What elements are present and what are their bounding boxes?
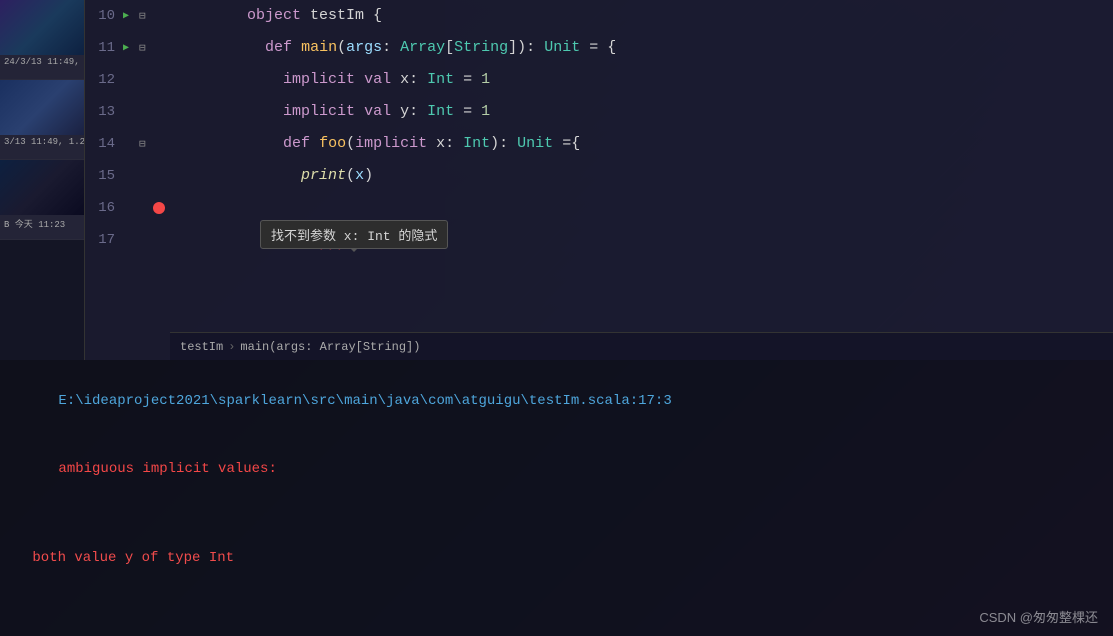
fold-14[interactable]: ⊟ <box>139 137 153 151</box>
tooltip-text: 找不到参数 x: Int 的隐式 <box>271 229 437 244</box>
line-number-15: 15 <box>85 168 123 184</box>
line-number-12: 12 <box>85 72 123 88</box>
code-line-17: 17 ▶ foo(...) <box>85 224 1113 256</box>
terminal-line-1: ambiguous implicit values: <box>8 435 1113 502</box>
terminal-line-3: and value x of type Int <box>8 614 1113 636</box>
sidebar-thumbnail-3[interactable]: B 今天 11:23 <box>0 160 85 240</box>
thumb-label-1: 24/3/13 11:49, 1. <box>0 55 85 69</box>
breadcrumb-module: testIm <box>180 340 223 354</box>
breadcrumb-method: main(args: Array[String]) <box>240 340 420 354</box>
line-number-13: 13 <box>85 104 123 120</box>
run-arrow-12: ▶ <box>123 74 139 86</box>
terminal-line-2: both value y of type Int <box>8 502 1113 614</box>
terminal-path-line: E:\ideaproject2021\sparklearn\src\main\j… <box>8 368 1113 435</box>
terminal-output: E:\ideaproject2021\sparklearn\src\main\j… <box>0 360 1113 636</box>
main-container: 24/3/13 11:49, 1. 3/13 11:49, 1.21 B 今天 … <box>0 0 1113 636</box>
run-arrow-17: ▶ <box>123 234 139 246</box>
breadcrumb-bar: testIm › main(args: Array[String]) <box>170 332 1113 360</box>
sidebar-thumbnails: 24/3/13 11:49, 1. 3/13 11:49, 1.21 B 今天 … <box>0 0 85 360</box>
run-arrow-16: ▶ <box>123 202 139 214</box>
run-arrow-11[interactable]: ▶ <box>123 42 139 54</box>
watermark: CSDN @匆匆整棵还 <box>979 607 1098 626</box>
thumb-label-2: 3/13 11:49, 1.21 <box>0 135 85 149</box>
thumb-image-2 <box>0 80 85 135</box>
sidebar-thumbnail-1[interactable]: 24/3/13 11:49, 1. <box>0 0 85 80</box>
code-area: 10 ▶ ⊟ object testIm { 11 ▶ ⊟ def main(a… <box>85 0 1113 360</box>
run-arrow-10[interactable]: ▶ <box>123 10 139 22</box>
sidebar-thumbnail-2[interactable]: 3/13 11:49, 1.21 <box>0 80 85 160</box>
thumb-image-1 <box>0 0 85 55</box>
line-number-16: 16 <box>85 200 123 216</box>
run-arrow-14: ▶ <box>123 138 139 150</box>
watermark-text: CSDN @匆匆整棵还 <box>979 610 1098 625</box>
error-indicator <box>153 202 165 214</box>
line-number-17: 17 <box>85 232 123 248</box>
terminal-both-value: both value y of type Int <box>8 547 1113 569</box>
code-line-15: 15 ▶ print(x) <box>85 160 1113 192</box>
fold-11[interactable]: ⊟ <box>139 41 153 55</box>
line-number-11: 11 <box>85 40 123 56</box>
breadcrumb-separator: › <box>228 340 235 354</box>
fold-10[interactable]: ⊟ <box>139 9 153 23</box>
line-number-10: 10 <box>85 8 123 24</box>
error-tooltip: 找不到参数 x: Int 的隐式 <box>260 220 448 249</box>
code-editor: 24/3/13 11:49, 1. 3/13 11:49, 1.21 B 今天 … <box>0 0 1113 360</box>
terminal-path: E:\ideaproject2021\sparklearn\src\main\j… <box>58 393 671 409</box>
thumb-image-3 <box>0 160 85 215</box>
terminal-error-label: ambiguous implicit values: <box>58 461 276 477</box>
run-arrow-13: ▶ <box>123 106 139 118</box>
thumb-label-3: B 今天 11:23 <box>0 215 85 232</box>
line-number-14: 14 <box>85 136 123 152</box>
run-arrow-15: ▶ <box>123 170 139 182</box>
